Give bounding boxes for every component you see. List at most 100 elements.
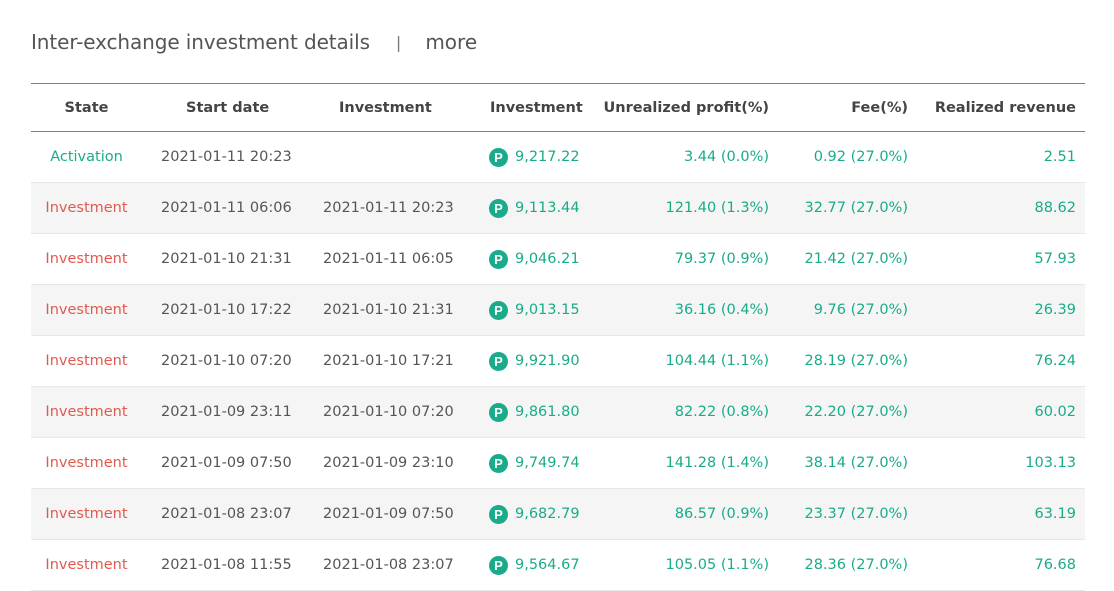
table-row: Investment 2021-01-08 11:55 2021-01-08 23:… (31, 540, 1085, 591)
start-date-cell: 2021-01-09 07:50 (161, 455, 292, 471)
table-row: Investment 2021-01-08 23:07 2021-01-09 07:… (31, 489, 1085, 540)
fee-cell: 9.76 (27.0%) (813, 302, 908, 318)
unrealized-profit-cell: 121.40 (1.3%) (665, 200, 770, 216)
fee-cell: 38.14 (27.0%) (804, 455, 909, 471)
investment-amount: 9,749.74 (515, 455, 580, 471)
investment-cell: P 9,217.22 (466, 147, 594, 167)
end-date-cell: 2021-01-09 07:50 (323, 506, 454, 522)
fee-cell: 22.20 (27.0%) (804, 404, 909, 420)
realized-revenue-cell: 63.19 (1034, 506, 1076, 522)
table-row: Activation 2021-01-11 20:23 P 9,217.22 3.44 … (31, 132, 1085, 183)
end-date-cell: 2021-01-11 20:23 (323, 200, 454, 216)
end-date-cell: 2021-01-08 23:07 (323, 557, 454, 573)
column-header-realized-revenue[interactable]: Realized revenue (908, 100, 1076, 116)
table-body: Activation 2021-01-11 20:23 P 9,217.22 3.44 … (31, 132, 1085, 591)
state-cell: Investment (45, 200, 128, 216)
table-row: Investment 2021-01-09 07:50 2021-01-09 23:… (31, 438, 1085, 489)
coin-icon: P (489, 555, 508, 575)
column-header-unrealized-profit[interactable]: Unrealized profit(%) (594, 100, 769, 116)
state-cell: Investment (45, 302, 128, 318)
start-date-cell: 2021-01-09 23:11 (161, 404, 292, 420)
end-date-cell: 2021-01-10 21:31 (323, 302, 454, 318)
coin-icon: P (489, 249, 508, 269)
investment-amount: 9,921.90 (515, 353, 580, 369)
fee-cell: 28.19 (27.0%) (804, 353, 909, 369)
state-cell: Investment (45, 251, 128, 267)
state-cell: Investment (45, 353, 128, 369)
investment-cell: P 9,046.21 (466, 249, 594, 269)
coin-icon: P (489, 198, 508, 218)
unrealized-profit-cell: 79.37 (0.9%) (674, 251, 769, 267)
start-date-cell: 2021-01-08 23:07 (161, 506, 292, 522)
end-date-cell: 2021-01-10 17:21 (323, 353, 454, 369)
header-separator: | (395, 32, 402, 52)
realized-revenue-cell: 76.24 (1034, 353, 1076, 369)
start-date-cell: 2021-01-10 17:22 (161, 302, 292, 318)
fee-cell: 32.77 (27.0%) (804, 200, 909, 216)
investment-cell: P 9,013.15 (466, 300, 594, 320)
realized-revenue-cell: 88.62 (1034, 200, 1076, 216)
column-header-end-date[interactable]: Investment (304, 100, 466, 116)
more-link[interactable]: more (425, 30, 477, 54)
fee-cell: 0.92 (27.0%) (813, 149, 908, 165)
unrealized-profit-cell: 82.22 (0.8%) (674, 404, 769, 420)
realized-revenue-cell: 57.93 (1034, 251, 1076, 267)
unrealized-profit-cell: 3.44 (0.0%) (683, 149, 769, 165)
realized-revenue-cell: 2.51 (1043, 149, 1076, 165)
state-cell: Investment (45, 506, 128, 522)
coin-icon: P (489, 300, 508, 320)
coin-icon: P (489, 402, 508, 422)
investment-cell: P 9,564.67 (466, 555, 594, 575)
investment-amount: 9,113.44 (515, 200, 580, 216)
unrealized-profit-cell: 86.57 (0.9%) (674, 506, 769, 522)
table-row: Investment 2021-01-09 23:11 2021-01-10 07:… (31, 387, 1085, 438)
realized-revenue-cell: 26.39 (1034, 302, 1076, 318)
end-date-cell: 2021-01-11 06:05 (323, 251, 454, 267)
state-cell: Investment (45, 455, 128, 471)
fee-cell: 28.36 (27.0%) (804, 557, 909, 573)
start-date-cell: 2021-01-08 11:55 (161, 557, 292, 573)
start-date-cell: 2021-01-10 07:20 (161, 353, 292, 369)
fee-cell: 23.37 (27.0%) (804, 506, 909, 522)
table-row: Investment 2021-01-10 17:22 2021-01-10 21:… (31, 285, 1085, 336)
unrealized-profit-cell: 141.28 (1.4%) (665, 455, 770, 471)
state-cell: Investment (45, 404, 128, 420)
start-date-cell: 2021-01-10 21:31 (161, 251, 292, 267)
unrealized-profit-cell: 105.05 (1.1%) (665, 557, 770, 573)
column-header-state[interactable]: State (31, 100, 142, 116)
table-row: Investment 2021-01-10 07:20 2021-01-10 17:… (31, 336, 1085, 387)
page-header: Inter-exchange investment details | more (31, 27, 477, 57)
end-date-cell: 2021-01-10 07:20 (323, 404, 454, 420)
fee-cell: 21.42 (27.0%) (804, 251, 909, 267)
column-header-start-date[interactable]: Start date (142, 100, 304, 116)
table-row: Investment 2021-01-10 21:31 2021-01-11 06:… (31, 234, 1085, 285)
realized-revenue-cell: 60.02 (1034, 404, 1076, 420)
unrealized-profit-cell: 104.44 (1.1%) (665, 353, 770, 369)
state-cell: Activation (50, 149, 123, 165)
coin-icon: P (489, 147, 508, 167)
coin-icon: P (489, 453, 508, 473)
end-date-cell: 2021-01-09 23:10 (323, 455, 454, 471)
coin-icon: P (489, 504, 508, 524)
realized-revenue-cell: 103.13 (1025, 455, 1076, 471)
table-header-row: State Start date Investment Investment U… (31, 84, 1085, 132)
investment-amount: 9,217.22 (515, 149, 580, 165)
unrealized-profit-cell: 36.16 (0.4%) (674, 302, 769, 318)
investment-cell: P 9,113.44 (466, 198, 594, 218)
investment-cell: P 9,921.90 (466, 351, 594, 371)
investment-cell: P 9,861.80 (466, 402, 594, 422)
investment-amount: 9,013.15 (515, 302, 580, 318)
start-date-cell: 2021-01-11 20:23 (161, 149, 292, 165)
investment-amount: 9,861.80 (515, 404, 580, 420)
state-cell: Investment (45, 557, 128, 573)
column-header-fee[interactable]: Fee(%) (769, 100, 908, 116)
realized-revenue-cell: 76.68 (1034, 557, 1076, 573)
investment-amount: 9,564.67 (515, 557, 580, 573)
investment-table: State Start date Investment Investment U… (31, 83, 1085, 591)
column-header-investment[interactable]: Investment (466, 100, 594, 116)
investment-amount: 9,046.21 (515, 251, 580, 267)
page-title: Inter-exchange investment details (31, 30, 370, 54)
start-date-cell: 2021-01-11 06:06 (161, 200, 292, 216)
investment-cell: P 9,749.74 (466, 453, 594, 473)
table-row: Investment 2021-01-11 06:06 2021-01-11 20:… (31, 183, 1085, 234)
